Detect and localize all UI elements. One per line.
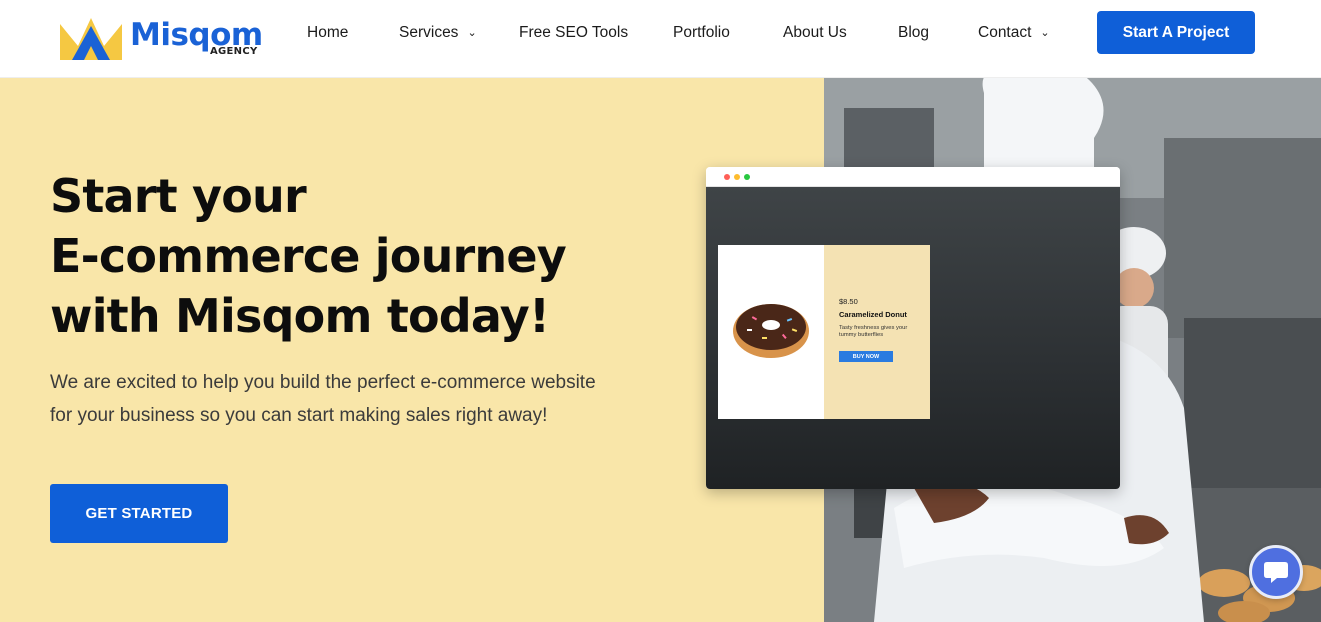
nav-blog-label: Blog bbox=[898, 24, 930, 41]
hero-description: We are excited to help you build the per… bbox=[50, 372, 596, 426]
chat-widget-button[interactable] bbox=[1249, 545, 1303, 599]
nav-about-us[interactable]: About Us bbox=[783, 24, 847, 44]
start-project-button[interactable]: Start A Project bbox=[1097, 11, 1255, 54]
browser-mockup: $8.50 Caramelized Donut Tasty freshness … bbox=[706, 167, 1120, 489]
product-description: Tasty freshness gives your tummy butterf… bbox=[839, 325, 908, 338]
product-price: $8.50 bbox=[839, 297, 858, 306]
donut-image-icon bbox=[733, 304, 809, 358]
nav-home-label: Home bbox=[307, 24, 349, 41]
chevron-down-icon: ⌄ bbox=[1040, 27, 1050, 39]
nav-contact-label: Contact bbox=[978, 24, 1032, 41]
nav-services[interactable]: Services ⌄ bbox=[399, 24, 477, 44]
nav-free-seo-tools-label: Free SEO Tools bbox=[519, 24, 629, 41]
hero-section: Start your E-commerce journey with Misqo… bbox=[0, 78, 1321, 622]
mockup-titlebar bbox=[706, 167, 1120, 187]
nav-contact[interactable]: Contact ⌄ bbox=[978, 24, 1050, 44]
nav-home[interactable]: Home bbox=[307, 24, 348, 44]
nav-about-us-label: About Us bbox=[783, 24, 847, 41]
crown-logo-icon bbox=[60, 18, 122, 60]
nav-portfolio-label: Portfolio bbox=[673, 24, 730, 41]
nav-services-label: Services bbox=[399, 24, 459, 41]
buy-now-button: BUY NOW bbox=[839, 351, 893, 362]
hero-title-line-1: Start your bbox=[50, 169, 307, 223]
hero-title-line-3: with Misqom today! bbox=[50, 289, 550, 343]
close-dot-icon bbox=[724, 174, 730, 180]
brand-logo[interactable]: Misqom AGENCY bbox=[58, 16, 268, 62]
hero-title-line-2: E-commerce journey bbox=[50, 229, 567, 283]
nav-free-seo-tools[interactable]: Free SEO Tools bbox=[519, 24, 628, 44]
site-header: Misqom AGENCY Home Services ⌄ Free SEO To… bbox=[0, 0, 1321, 78]
product-card: $8.50 Caramelized Donut Tasty freshness … bbox=[718, 245, 930, 419]
minimize-dot-icon bbox=[734, 174, 740, 180]
chat-bubble-icon bbox=[1264, 562, 1288, 583]
product-name: Caramelized Donut bbox=[839, 310, 907, 319]
nav-portfolio[interactable]: Portfolio bbox=[673, 24, 730, 44]
mockup-body: $8.50 Caramelized Donut Tasty freshness … bbox=[706, 187, 1120, 489]
get-started-button[interactable]: GET STARTED bbox=[50, 484, 228, 543]
nav-blog[interactable]: Blog bbox=[898, 24, 929, 44]
maximize-dot-icon bbox=[744, 174, 750, 180]
brand-subtitle: AGENCY bbox=[210, 46, 258, 57]
hero-title: Start your E-commerce journey with Misqo… bbox=[50, 166, 670, 346]
chevron-down-icon: ⌄ bbox=[467, 27, 477, 39]
